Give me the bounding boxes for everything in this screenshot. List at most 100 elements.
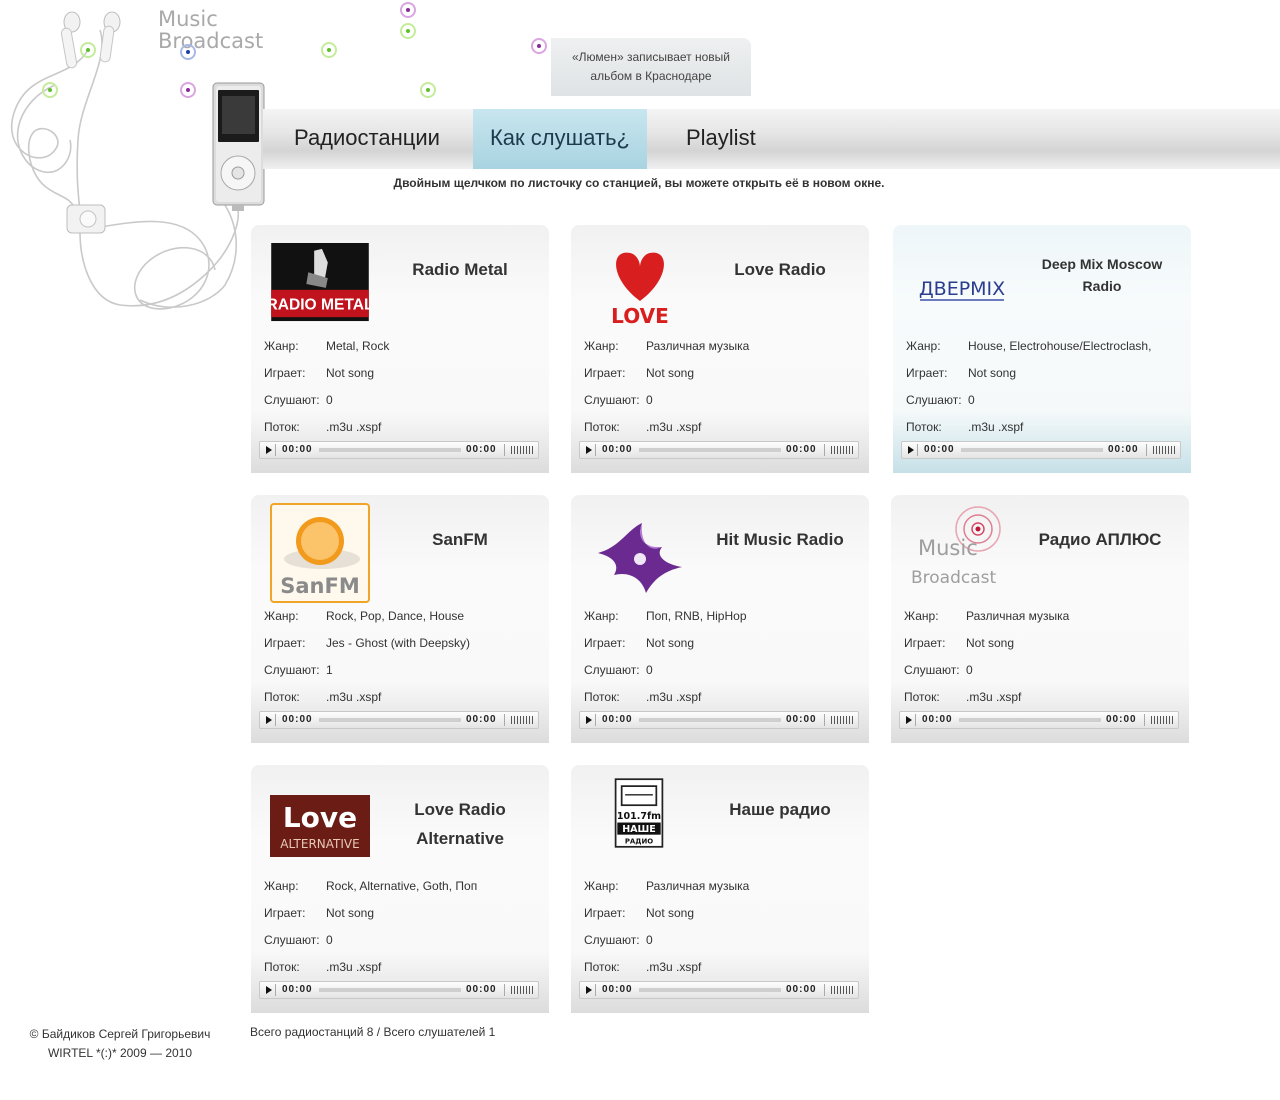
nashe-radio-logo-radio: РАДИО [625, 837, 653, 845]
playing-row: Играет: Not song [904, 636, 1015, 650]
stream-links[interactable]: .m3u .xspf [646, 420, 701, 434]
volume-icon[interactable] [824, 984, 859, 996]
playing-row: Играет: Not song [264, 366, 375, 380]
hint-text: Двойным щелчком по листочку со станцией,… [393, 176, 885, 190]
love-radio-logo: LOVE [611, 252, 669, 325]
play-icon[interactable] [263, 984, 276, 996]
play-icon[interactable] [583, 984, 596, 996]
genre-row: Жанр: House, Electrohouse/Electroclash, [906, 339, 1152, 353]
stream-links[interactable]: .m3u .xspf [326, 420, 381, 434]
volume-icon[interactable] [504, 984, 539, 996]
play-icon[interactable] [903, 714, 916, 726]
love-alternative-logo: Love ALTERNATIVE [270, 795, 370, 857]
stream-row: Поток: .m3u .xspf [584, 420, 702, 434]
genre-row: Жанр: Metal, Rock [264, 339, 390, 353]
stream-row: Поток: .m3u .xspf [906, 420, 1024, 434]
play-icon[interactable] [905, 444, 918, 456]
playing-row: Играет: Jes - Ghost (with Deepsky) [264, 636, 471, 650]
news-line1: «Люмен» записывает новый [572, 50, 730, 64]
play-icon[interactable] [583, 444, 596, 456]
station-card-love-radio[interactable]: LOVE Love Radio Жанр: Различная музыка Иг… [571, 225, 869, 473]
audio-player[interactable]: 00:00 00:00 [579, 981, 859, 999]
listeners-row: Слушают: 0 [584, 933, 653, 947]
play-icon[interactable] [263, 444, 276, 456]
genre-row: Жанр: Rock, Pop, Dance, House [264, 609, 465, 623]
listeners-row: Слушают: 0 [584, 393, 653, 407]
time-total: 00:00 [466, 984, 497, 995]
listeners-row: Слушают: 0 [264, 933, 333, 947]
station-title-line2: Alternative [416, 829, 504, 848]
time-total: 00:00 [466, 714, 497, 725]
station-card-hit-music[interactable]: Hit Music Radio Жанр: Поп, RNB, HipHop Иг… [571, 495, 869, 743]
seek-bar[interactable] [319, 448, 461, 452]
green-dot-icon [80, 42, 96, 58]
site-logo-line1: Music [158, 7, 218, 31]
time-elapsed: 00:00 [282, 714, 313, 725]
nav-playlist[interactable]: Playlist [686, 109, 756, 169]
hit-music-logo [598, 523, 682, 593]
nashe-radio-logo: 101.7fm НАШЕ РАДИО [614, 778, 664, 848]
green-dot-icon [400, 23, 416, 39]
time-elapsed: 00:00 [282, 984, 313, 995]
seek-bar[interactable] [639, 718, 781, 722]
playing-row: Играет: Not song [264, 906, 375, 920]
seek-bar[interactable] [961, 448, 1103, 452]
love-alternative-logo-line2: ALTERNATIVE [280, 837, 359, 851]
news-ticker[interactable]: «Люмен» записывает новый альбом в Красно… [551, 38, 751, 96]
stream-links[interactable]: .m3u .xspf [646, 690, 701, 704]
seek-bar[interactable] [959, 718, 1101, 722]
nav-radiostations[interactable]: Радиостанции [294, 109, 440, 169]
stream-links[interactable]: .m3u .xspf [326, 960, 381, 974]
station-card-radio-metal[interactable]: RADIO METAL Radio Metal Жанр: Metal, Rock… [251, 225, 549, 473]
seek-bar[interactable] [639, 988, 781, 992]
nashe-radio-logo-name: НАШЕ [622, 824, 656, 835]
volume-icon[interactable] [824, 714, 859, 726]
site-logo[interactable]: Music Broadcast [158, 8, 263, 52]
time-total: 00:00 [786, 984, 817, 995]
audio-player[interactable]: 00:00 00:00 [579, 711, 859, 729]
audio-player[interactable]: 00:00 00:00 [901, 441, 1181, 459]
volume-icon[interactable] [504, 444, 539, 456]
time-total: 00:00 [786, 444, 817, 455]
radio-metal-logo-text: RADIO METAL [270, 296, 370, 313]
station-card-deep-mix[interactable]: ДВЕРMIX Deep Mix Moscow Radio Жанр: House… [893, 225, 1191, 473]
time-total: 00:00 [786, 714, 817, 725]
stream-links[interactable]: .m3u .xspf [966, 690, 1021, 704]
purple-dot-icon [400, 2, 416, 18]
station-title: Love Radio [734, 260, 826, 279]
audio-player[interactable]: 00:00 00:00 [259, 441, 539, 459]
volume-icon[interactable] [504, 714, 539, 726]
seek-bar[interactable] [319, 988, 461, 992]
radio-metal-logo: RADIO METAL [270, 243, 370, 322]
time-elapsed: 00:00 [282, 444, 313, 455]
blue-dot-icon [180, 44, 196, 60]
green-dot-icon [321, 42, 337, 58]
audio-player[interactable]: 00:00 00:00 [899, 711, 1179, 729]
deep-mix-logo: ДВЕРMIX [919, 278, 1005, 301]
stream-links[interactable]: .m3u .xspf [326, 690, 381, 704]
audio-player[interactable]: 00:00 00:00 [259, 711, 539, 729]
play-icon[interactable] [263, 714, 276, 726]
audio-player[interactable]: 00:00 00:00 [579, 441, 859, 459]
station-card-radio-aplus[interactable]: Music Broadcast Радио АПЛЮС Жанр: Различн… [891, 495, 1189, 743]
seek-bar[interactable] [319, 718, 461, 722]
station-card-love-radio-alternative[interactable]: Love ALTERNATIVE Love Radio Alternative … [251, 765, 549, 1013]
purple-dot-icon [531, 38, 547, 54]
station-card-nashe-radio[interactable]: 101.7fm НАШЕ РАДИО Наше радио Жанр: Разли… [571, 765, 869, 1013]
stream-links[interactable]: .m3u .xspf [968, 420, 1023, 434]
sanfm-logo-text: SanFM [280, 574, 360, 598]
seek-bar[interactable] [639, 448, 781, 452]
station-title: Радио АПЛЮС [1038, 530, 1162, 549]
playing-row: Играет: Not song [584, 636, 695, 650]
listeners-row: Слушают: 1 [264, 663, 333, 677]
nav-how-to-listen[interactable]: Как слушать¿ [473, 109, 647, 169]
stream-links[interactable]: .m3u .xspf [646, 960, 701, 974]
volume-icon[interactable] [824, 444, 859, 456]
volume-icon[interactable] [1144, 714, 1179, 726]
audio-player[interactable]: 00:00 00:00 [259, 981, 539, 999]
station-card-sanfm[interactable]: SanFM SanFM Жанр: Rock, Pop, Dance, House… [251, 495, 549, 743]
play-icon[interactable] [583, 714, 596, 726]
station-title: Deep Mix Moscow Radio [1041, 256, 1163, 294]
volume-icon[interactable] [1146, 444, 1181, 456]
playing-row: Играет: Not song [584, 366, 695, 380]
